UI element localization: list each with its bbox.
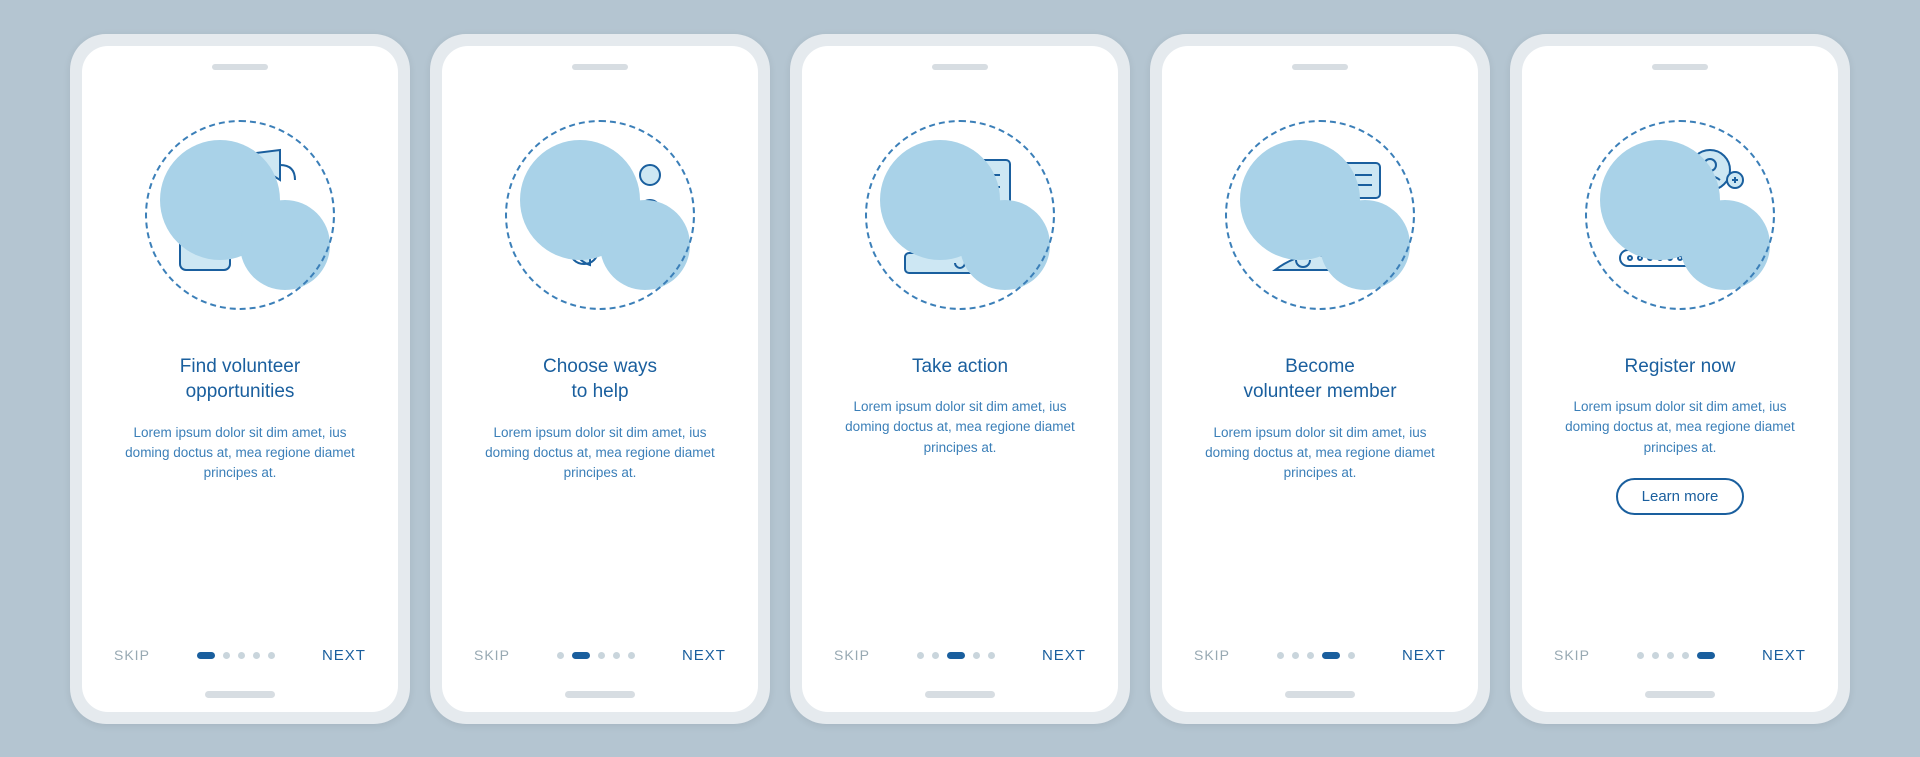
next-button[interactable]: NEXT: [322, 647, 366, 664]
screen-description: Lorem ipsum dolor sit dim amet, ius domi…: [1200, 423, 1440, 484]
dot-active: [1322, 652, 1340, 659]
onboarding-footer: SKIP NEXT: [442, 647, 758, 664]
illustration-become-member: [1215, 110, 1425, 320]
dot: [1637, 652, 1644, 659]
onboarding-screen-5: Register now Lorem ipsum dolor sit dim a…: [1522, 46, 1838, 712]
onboarding-footer: SKIP NEXT: [802, 647, 1118, 664]
next-button[interactable]: NEXT: [682, 647, 726, 664]
dot: [268, 652, 275, 659]
dot: [1307, 652, 1314, 659]
speaker-bar: [572, 64, 628, 70]
phone-frame: Choose waysto help Lorem ipsum dolor sit…: [430, 34, 770, 724]
onboarding-screen-2: Choose waysto help Lorem ipsum dolor sit…: [442, 46, 758, 712]
page-indicator: [557, 652, 635, 659]
dot: [932, 652, 939, 659]
screen-title: Take action: [912, 354, 1008, 380]
onboarding-screen-3: Take action Lorem ipsum dolor sit dim am…: [802, 46, 1118, 712]
page-indicator: [197, 652, 275, 659]
phone-frame: Find volunteeropportunities Lorem ipsum …: [70, 34, 410, 724]
onboarding-screen-1: Find volunteeropportunities Lorem ipsum …: [82, 46, 398, 712]
skip-button[interactable]: SKIP: [1554, 647, 1590, 663]
home-indicator: [565, 691, 635, 698]
dot: [1292, 652, 1299, 659]
illustration-choose-ways: [495, 110, 705, 320]
screen-description: Lorem ipsum dolor sit dim amet, ius domi…: [1560, 397, 1800, 458]
dot: [988, 652, 995, 659]
onboarding-footer: SKIP NEXT: [1522, 647, 1838, 664]
dot: [253, 652, 260, 659]
screen-description: Lorem ipsum dolor sit dim amet, ius domi…: [480, 423, 720, 484]
phone-frame: Take action Lorem ipsum dolor sit dim am…: [790, 34, 1130, 724]
home-indicator: [205, 691, 275, 698]
dot: [973, 652, 980, 659]
dot: [613, 652, 620, 659]
home-indicator: [1645, 691, 1715, 698]
speaker-bar: [932, 64, 988, 70]
dot: [223, 652, 230, 659]
screen-title: Find volunteeropportunities: [180, 354, 300, 405]
speaker-bar: [212, 64, 268, 70]
skip-button[interactable]: SKIP: [1194, 647, 1230, 663]
next-button[interactable]: NEXT: [1762, 647, 1806, 664]
screen-title: Becomevolunteer member: [1243, 354, 1396, 405]
dot: [557, 652, 564, 659]
screen-description: Lorem ipsum dolor sit dim amet, ius domi…: [120, 423, 360, 484]
screen-title: Choose waysto help: [543, 354, 657, 405]
dot-active: [1697, 652, 1715, 659]
dot: [598, 652, 605, 659]
phone-frame: Register now Lorem ipsum dolor sit dim a…: [1510, 34, 1850, 724]
home-indicator: [1285, 691, 1355, 698]
home-indicator: [925, 691, 995, 698]
skip-button[interactable]: SKIP: [834, 647, 870, 663]
illustration-find-opportunities: [135, 110, 345, 320]
next-button[interactable]: NEXT: [1402, 647, 1446, 664]
illustration-register: [1575, 110, 1785, 320]
screen-title: Register now: [1625, 354, 1736, 380]
onboarding-screen-4: Becomevolunteer member Lorem ipsum dolor…: [1162, 46, 1478, 712]
speaker-bar: [1652, 64, 1708, 70]
phone-frame: Becomevolunteer member Lorem ipsum dolor…: [1150, 34, 1490, 724]
illustration-take-action: [855, 110, 1065, 320]
dot: [1277, 652, 1284, 659]
dot: [1652, 652, 1659, 659]
dot-active: [197, 652, 215, 659]
onboarding-footer: SKIP NEXT: [82, 647, 398, 664]
page-indicator: [1637, 652, 1715, 659]
dot: [238, 652, 245, 659]
dot-active: [947, 652, 965, 659]
learn-more-button[interactable]: Learn more: [1616, 478, 1745, 515]
onboarding-footer: SKIP NEXT: [1162, 647, 1478, 664]
dot-active: [572, 652, 590, 659]
page-indicator: [917, 652, 995, 659]
skip-button[interactable]: SKIP: [474, 647, 510, 663]
next-button[interactable]: NEXT: [1042, 647, 1086, 664]
screen-description: Lorem ipsum dolor sit dim amet, ius domi…: [840, 397, 1080, 458]
skip-button[interactable]: SKIP: [114, 647, 150, 663]
dot: [1682, 652, 1689, 659]
page-indicator: [1277, 652, 1355, 659]
dot: [917, 652, 924, 659]
dot: [1348, 652, 1355, 659]
dot: [628, 652, 635, 659]
speaker-bar: [1292, 64, 1348, 70]
dot: [1667, 652, 1674, 659]
